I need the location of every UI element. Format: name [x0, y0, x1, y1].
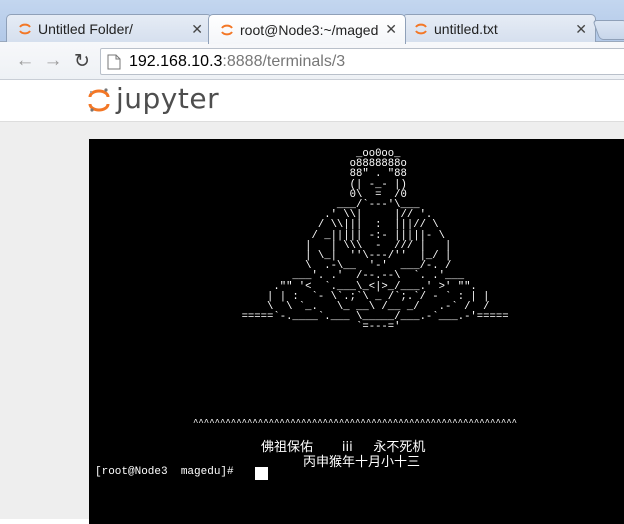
url-path: :8888/terminals/3: [222, 52, 346, 70]
jupyter-favicon-icon: [19, 23, 31, 35]
reload-icon[interactable]: ↻: [71, 50, 93, 72]
terminal-cursor: [255, 467, 268, 480]
tab-untitled-txt[interactable]: untitled.txt ✕: [402, 14, 596, 43]
jupyter-header: jupyter: [0, 81, 624, 121]
jupyter-logo[interactable]: jupyter: [88, 81, 220, 117]
dots-line: ^^^^^^^^^^^^^^^^^^^^^^^^^^^^^^^^^^^^^^^^…: [193, 418, 518, 428]
forward-arrow-icon[interactable]: →: [42, 50, 64, 72]
shell-prompt: [root@Node3 magedu]#: [95, 466, 241, 478]
tab-title: Untitled Folder/: [38, 21, 133, 37]
ascii-art: _oo0oo_ o8888888o 88" . "88 (| -_- |) 0\: [89, 149, 624, 333]
close-icon[interactable]: ✕: [385, 21, 397, 38]
page-icon: [107, 54, 121, 69]
tab-untitled-folder[interactable]: Untitled Folder/ ✕: [6, 14, 212, 43]
browser-toolbar: ← → ↻ 192.168.10.3:8888/terminals/3: [0, 42, 624, 80]
tab-terminal[interactable]: root@Node3:~/magedu ✕: [208, 14, 406, 44]
tab-title: untitled.txt: [434, 21, 498, 37]
jupyter-logo-icon: [88, 88, 110, 112]
blessing-line-2: 丙申猴年十月小十三: [303, 455, 421, 470]
new-tab-button[interactable]: [592, 20, 624, 40]
jupyter-favicon-icon: [415, 23, 427, 35]
url-host: 192.168.10.3: [129, 52, 223, 70]
ascii-art-line: `=---=': [89, 321, 401, 334]
close-icon[interactable]: ✕: [575, 21, 587, 38]
tab-title: root@Node3:~/magedu: [240, 21, 380, 38]
close-icon[interactable]: ✕: [191, 21, 203, 38]
tab-strip: Untitled Folder/ ✕ root@Node3:~/magedu ✕…: [0, 0, 624, 44]
back-arrow-icon[interactable]: ←: [14, 50, 36, 72]
address-bar[interactable]: 192.168.10.3:8888/terminals/3: [100, 48, 624, 75]
jupyter-favicon-icon: [221, 24, 233, 35]
logo-text: jupyter: [116, 81, 220, 115]
terminal-window[interactable]: _oo0oo_ o8888888o 88" . "88 (| -_- |) 0\: [89, 139, 624, 524]
